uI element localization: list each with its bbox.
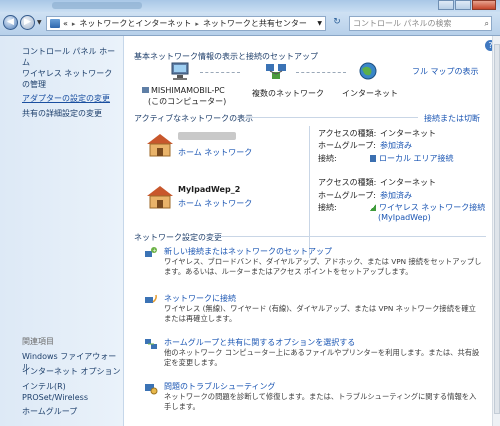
divider bbox=[244, 117, 418, 118]
wireless-connection-link[interactable]: ワイヤレス ネットワーク接続 bbox=[370, 202, 485, 213]
sidebar-item-manage-wireless[interactable]: ワイヤレス ネットワークの管理 bbox=[22, 68, 118, 90]
connection-label: 接続: bbox=[318, 154, 337, 163]
wireless-connection-sub[interactable]: (MyIpadWep) bbox=[378, 213, 431, 222]
task-new-connection-desc-2: ます。あるいは、ルーターまたはアクセス ポイントをセットアップします。 bbox=[164, 267, 413, 276]
access-type-label: アクセスの種類: bbox=[318, 129, 377, 138]
close-button[interactable] bbox=[472, 0, 496, 10]
minimize-button[interactable] bbox=[438, 0, 454, 10]
task-homegroup-sharing-desc-2: 定を変更します。 bbox=[164, 358, 222, 367]
separator-icon: ▸ bbox=[71, 19, 76, 28]
sidebar-item-adapter-settings[interactable]: アダプターの設定の変更 bbox=[22, 93, 122, 104]
see-also-internet-options[interactable]: インターネット オプション bbox=[22, 366, 122, 377]
access-type-value: インターネット bbox=[380, 178, 436, 187]
connect-network-icon[interactable] bbox=[144, 293, 158, 307]
connection-label: 接続: bbox=[318, 203, 337, 212]
network-type-link[interactable]: ホーム ネットワーク bbox=[178, 147, 252, 158]
breadcrumb-network-sharing-center[interactable]: ネットワークと共有センター bbox=[203, 18, 307, 29]
small-computer-icon bbox=[142, 87, 149, 93]
task-connect-network-link[interactable]: ネットワークに接続 bbox=[164, 293, 236, 304]
control-panel-icon bbox=[50, 19, 60, 28]
network-type-link[interactable]: ホーム ネットワーク bbox=[178, 198, 252, 209]
map-computer-name: MISHIMAMOBIL-PC bbox=[142, 86, 225, 95]
task-connect-network-desc-1: ワイヤレス (無線)、ワイヤード (有線)、ダイヤルアップ、または VPN ネッ… bbox=[164, 304, 476, 313]
scrollbar-thumb[interactable] bbox=[494, 44, 500, 414]
divider bbox=[206, 236, 486, 237]
task-troubleshoot-link[interactable]: 問題のトラブルシューティング bbox=[164, 381, 276, 392]
local-area-connection-link[interactable]: ローカル エリア接続 bbox=[370, 153, 454, 164]
connection-value[interactable]: ローカル エリア接続 bbox=[379, 154, 454, 163]
title-bar bbox=[0, 0, 500, 12]
multiple-networks-icon bbox=[266, 64, 286, 79]
homegroup-joined-link[interactable]: 参加済み bbox=[380, 140, 412, 151]
home-network-icon[interactable] bbox=[146, 184, 174, 210]
task-troubleshoot-desc-2: 手します。 bbox=[164, 402, 200, 411]
task-troubleshoot-desc-1: ネットワークの問題を診断して修復します。または、トラブルシューティングに関する情… bbox=[164, 392, 477, 401]
homegroup-label: ホームグループ: bbox=[318, 141, 376, 150]
sidebar: コントロール パネル ホーム ワイヤレス ネットワークの管理 アダプターの設定の… bbox=[0, 36, 124, 426]
task-homegroup-sharing-link[interactable]: ホームグループと共有に関するオプションを選択する bbox=[164, 337, 355, 348]
svg-text:+: + bbox=[152, 248, 156, 254]
address-bar[interactable]: « ▸ ネットワークとインターネット ▸ ネットワークと共有センター ▼ bbox=[46, 16, 326, 31]
network-name-blurred bbox=[178, 132, 236, 140]
main-content: ? 基本ネットワーク情報の表示と接続のセットアップ フル マップの表示 MISH… bbox=[124, 36, 500, 426]
access-type-value: インターネット bbox=[380, 129, 436, 138]
homegroup-sharing-icon[interactable] bbox=[144, 337, 158, 351]
task-homegroup-sharing-desc-1: 他のネットワーク コンピューター上にあるファイルやプリンターを利用します。または… bbox=[164, 348, 480, 357]
maximize-button[interactable] bbox=[455, 0, 471, 10]
address-dropdown-icon[interactable]: ▼ bbox=[317, 20, 322, 27]
connect-disconnect-link[interactable]: 接続または切断 bbox=[424, 113, 480, 124]
homegroup-label: ホームグループ: bbox=[318, 191, 376, 200]
see-also-homegroup[interactable]: ホームグループ bbox=[22, 406, 122, 417]
forward-button[interactable]: ▶ bbox=[20, 15, 35, 30]
change-settings-header: ネットワーク設定の変更 bbox=[134, 233, 222, 242]
connection-value[interactable]: ワイヤレス ネットワーク接続 bbox=[379, 203, 485, 212]
map-connector bbox=[200, 72, 240, 73]
full-map-link[interactable]: フル マップの表示 bbox=[412, 66, 479, 77]
sidebar-item-advanced-sharing[interactable]: 共有の詳細設定の変更 bbox=[22, 108, 122, 119]
computer-name: MISHIMAMOBIL-PC bbox=[151, 86, 225, 95]
separator-icon: ▸ bbox=[195, 19, 199, 28]
breadcrumb-network-internet[interactable]: ネットワークとインターネット bbox=[79, 18, 191, 29]
recent-pages-dropdown[interactable]: ▼ bbox=[37, 19, 42, 26]
search-input[interactable]: コントロール パネルの検索 ⌕ bbox=[349, 16, 492, 31]
home-network-icon[interactable] bbox=[146, 132, 174, 158]
homegroup-joined-link[interactable]: 参加済み bbox=[380, 190, 412, 201]
multiple-networks-label: 複数のネットワーク bbox=[252, 89, 324, 98]
search-placeholder: コントロール パネルの検索 bbox=[353, 19, 452, 28]
task-connect-network-desc-2: または再確立します。 bbox=[164, 314, 237, 323]
internet-label: インターネット bbox=[342, 89, 398, 98]
troubleshoot-icon[interactable] bbox=[144, 381, 158, 395]
see-also-intel-proset[interactable]: インテル(R) PROSet/Wireless bbox=[22, 381, 100, 403]
back-button[interactable]: ◀ bbox=[3, 15, 18, 30]
network-name: MyIpadWep_2 bbox=[178, 185, 241, 194]
wireless-signal-icon bbox=[370, 204, 376, 211]
refresh-icon[interactable]: ↻ bbox=[330, 17, 344, 30]
ethernet-icon bbox=[370, 155, 376, 162]
navigation-bar: ◀ ▶ ▼ « ▸ ネットワークとインターネット ▸ ネットワークと共有センター… bbox=[0, 12, 500, 36]
address-prefix[interactable]: « bbox=[63, 19, 68, 28]
new-connection-icon[interactable]: + bbox=[144, 246, 158, 260]
computer-icon bbox=[171, 62, 189, 80]
task-new-connection-desc-1: ワイヤレス、ブロードバンド、ダイヤルアップ、アドホック、または VPN 接続をセ… bbox=[164, 257, 482, 266]
sidebar-item-control-panel-home[interactable]: コントロール パネル ホーム bbox=[22, 46, 122, 68]
search-icon[interactable]: ⌕ bbox=[485, 17, 489, 30]
computer-sub-label: (このコンピューター) bbox=[148, 97, 227, 106]
active-networks-header: アクティブなネットワークの表示 bbox=[134, 114, 254, 123]
window-title-blurred bbox=[52, 2, 142, 9]
see-also-header: 関連項目 bbox=[22, 337, 54, 346]
map-connector bbox=[296, 72, 346, 73]
access-type-label: アクセスの種類: bbox=[318, 178, 377, 187]
window-controls bbox=[437, 0, 496, 10]
page-title: 基本ネットワーク情報の表示と接続のセットアップ bbox=[134, 52, 318, 61]
task-new-connection-link[interactable]: 新しい接続またはネットワークのセットアップ bbox=[164, 246, 332, 257]
internet-globe-icon bbox=[359, 62, 377, 80]
scrollbar[interactable] bbox=[492, 36, 500, 426]
divider bbox=[309, 126, 310, 258]
